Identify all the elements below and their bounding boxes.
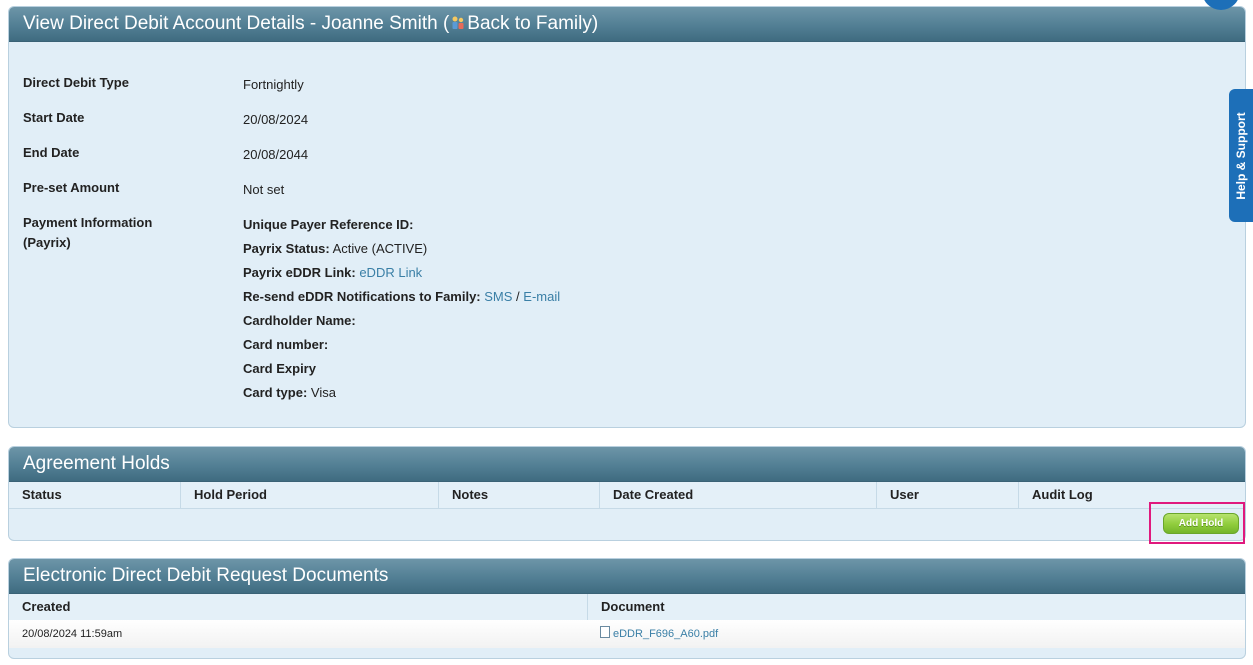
detail-label: Payment Information (Payrix) (23, 213, 223, 253)
col-notes: Notes (439, 482, 600, 508)
help-support-tab[interactable]: Help & Support (1229, 89, 1253, 222)
eddr-link[interactable]: eDDR Link (359, 265, 422, 280)
resend-label: Re-send eDDR Notifications to Family: (243, 289, 481, 304)
detail-value: 20/08/2024 (243, 112, 309, 127)
cardholder-line: Cardholder Name: (243, 311, 560, 335)
eddr-label: Payrix eDDR Link: (243, 265, 356, 280)
panel-header: Electronic Direct Debit Request Document… (9, 559, 1245, 594)
col-hold-period: Hold Period (181, 482, 439, 508)
payment-label-line2: (Payrix) (23, 235, 71, 250)
card-expiry-line: Card Expiry (243, 359, 560, 383)
resend-line: Re-send eDDR Notifications to Family: SM… (243, 287, 560, 311)
detail-value: Fortnightly (243, 77, 304, 92)
link-separator: / (512, 289, 524, 304)
panel-header: View Direct Debit Account Details - Joan… (9, 7, 1245, 42)
holds-title: Agreement Holds (23, 453, 170, 474)
col-date-created: Date Created (600, 482, 877, 508)
add-hold-highlight: Add Hold (1149, 502, 1245, 544)
family-icon (452, 16, 464, 29)
doc-cell: eDDR_F696_A60.pdf (600, 620, 718, 648)
card-number-label: Card number: (243, 337, 329, 352)
resend-sms-link[interactable]: SMS (484, 289, 512, 304)
eddr-line: Payrix eDDR Link: eDDR Link (243, 263, 560, 287)
col-status: Status (9, 482, 181, 508)
table-row: 20/08/2024 11:59am eDDR_F696_A60.pdf (9, 620, 1245, 648)
status-line: Payrix Status: Active (ACTIVE) (243, 239, 560, 263)
help-support-label: Help & Support (1234, 111, 1248, 200)
holds-table-header: Status Hold Period Notes Date Created Us… (9, 482, 1245, 509)
back-to-family-link[interactable]: Back to Family) (467, 13, 598, 34)
docs-title: Electronic Direct Debit Request Document… (23, 565, 389, 586)
detail-value: Not set (243, 182, 285, 197)
status-label: Payrix Status: (243, 241, 330, 256)
payment-label-line1: Payment Information (23, 215, 153, 230)
detail-label: Pre-set Amount (23, 180, 120, 195)
card-number-line: Card number: (243, 335, 560, 359)
page-title: View Direct Debit Account Details - Joan… (23, 13, 450, 34)
agreement-holds-panel: Agreement Holds Status Hold Period Notes… (8, 446, 1246, 541)
detail-label: End Date (23, 145, 80, 160)
doc-created: 20/08/2024 11:59am (22, 628, 123, 640)
payment-details: Unique Payer Reference ID: Payrix Status… (243, 215, 560, 407)
add-hold-button[interactable]: Add Hold (1163, 513, 1239, 534)
unique-ref-line: Unique Payer Reference ID: (243, 215, 560, 239)
detail-value: 20/08/2044 (243, 147, 309, 162)
eddr-documents-panel: Electronic Direct Debit Request Document… (8, 558, 1246, 659)
panel-header: Agreement Holds (9, 447, 1245, 482)
unique-ref-label: Unique Payer Reference ID: (243, 217, 414, 232)
col-user: User (877, 482, 1019, 508)
document-link[interactable]: eDDR_F696_A60.pdf (613, 628, 718, 640)
resend-email-link[interactable]: E-mail (523, 289, 560, 304)
card-type-value: Visa (307, 385, 336, 400)
detail-label: Start Date (23, 110, 85, 125)
col-created: Created (9, 594, 588, 620)
col-document: Document (601, 599, 665, 614)
card-type-line: Card type: Visa (243, 383, 560, 407)
pdf-icon (600, 626, 610, 638)
card-expiry-label: Card Expiry (243, 361, 316, 376)
detail-label: Direct Debit Type (23, 75, 129, 90)
docs-table-header: Created Document (9, 594, 1245, 621)
card-type-label: Card type: (243, 385, 308, 400)
direct-debit-details-panel: View Direct Debit Account Details - Joan… (8, 6, 1246, 428)
cardholder-label: Cardholder Name: (243, 313, 356, 328)
status-value: Active (ACTIVE) (329, 241, 428, 256)
